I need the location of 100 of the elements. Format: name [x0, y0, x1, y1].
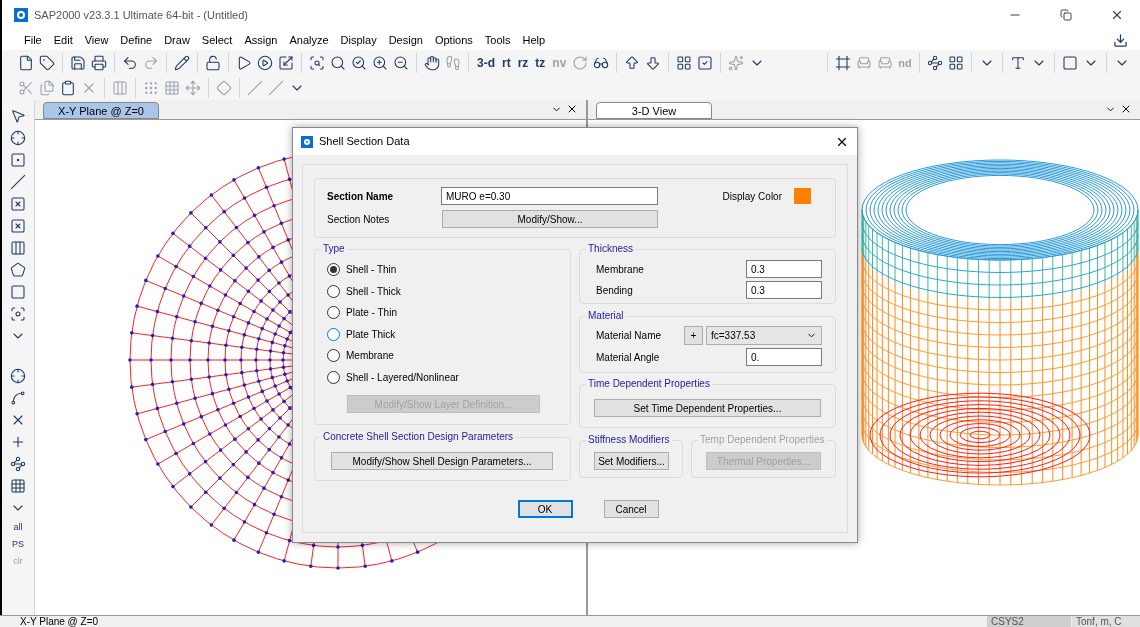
portal-frame-icon[interactable] [835, 55, 852, 71]
material-dropdown[interactable]: fc=337.53 [706, 326, 822, 345]
units-dropdown[interactable]: Tonf, m, C [1072, 615, 1140, 627]
design-parameters-button[interactable]: Modify/Show Shell Design Parameters... [331, 452, 553, 470]
circle-play-icon[interactable] [257, 55, 273, 71]
menu-item[interactable]: Define [114, 31, 159, 49]
save-icon[interactable] [70, 55, 86, 71]
menu-item[interactable]: Select [195, 31, 239, 49]
snap-line-icon[interactable] [10, 390, 26, 406]
select-button[interactable]: PS [12, 539, 24, 550]
chart-search-icon[interactable] [947, 55, 964, 71]
radio-button[interactable] [327, 284, 340, 298]
coordinate-system-dropdown[interactable]: CSYS2 [987, 615, 1071, 627]
menu-item[interactable]: Tools [478, 31, 517, 49]
dialog-button[interactable]: OK [517, 500, 573, 518]
grid-snap-icon[interactable] [10, 478, 26, 494]
hand-icon[interactable] [424, 55, 440, 71]
radio-button[interactable] [327, 306, 340, 320]
search-icon[interactable] [330, 55, 346, 71]
menu-item[interactable]: Options [428, 31, 479, 49]
radio-button[interactable] [327, 370, 340, 384]
field-label: Material Name [596, 329, 663, 343]
pointer-node-icon[interactable] [10, 130, 26, 146]
color-swatch[interactable] [794, 188, 811, 204]
menu-item[interactable]: Design [382, 31, 429, 49]
view-tab[interactable]: X-Y Plane @ Z=0 [43, 102, 159, 119]
radio-label: Shell - Layered/Nonlinear [346, 370, 459, 385]
snap-point-icon[interactable] [10, 368, 26, 384]
zoom-previous-icon[interactable] [351, 55, 367, 71]
text-field[interactable]: 0.3 [746, 281, 822, 299]
field-label: Material Angle [596, 350, 660, 365]
zoom-window-icon[interactable] [309, 55, 325, 71]
polygon-icon[interactable] [10, 262, 26, 278]
text-field[interactable]: 0. [746, 348, 822, 366]
pencil-icon[interactable] [174, 55, 190, 71]
resize-icon[interactable] [278, 55, 294, 71]
menu-item[interactable]: Draw [158, 31, 196, 49]
select-button[interactable]: all [13, 522, 23, 533]
undo-icon[interactable] [122, 55, 138, 71]
grid-dots-icon[interactable] [164, 80, 180, 96]
radio-button[interactable] [327, 327, 340, 341]
dialog-title: Shell Section Data [319, 134, 410, 150]
add-button[interactable]: + [684, 326, 703, 345]
menu-item[interactable]: Assign [238, 31, 284, 49]
new-file-icon[interactable] [18, 55, 34, 71]
perpendicular-icon[interactable] [10, 434, 26, 450]
app-logo-icon [14, 8, 28, 22]
radio-button[interactable] [327, 263, 340, 277]
grid-icon[interactable] [676, 55, 693, 71]
menu-item[interactable]: File [18, 31, 48, 49]
restore-icon[interactable] [1060, 9, 1072, 21]
view-button[interactable]: tz [534, 54, 547, 72]
window-title: SAP2000 v23.3.1 Ultimate 64-bit - (Untitled) [34, 7, 248, 23]
arrow-down-icon[interactable] [645, 55, 662, 71]
arrow-up-icon[interactable] [624, 55, 641, 71]
checkbox-icon[interactable] [697, 55, 714, 71]
unlock-icon[interactable] [205, 55, 221, 71]
status-text: X-Y Plane @ Z=0 [19, 615, 99, 627]
set-modifiers-button[interactable]: Set Modifiers... [594, 452, 669, 470]
clipboard-icon[interactable] [60, 80, 76, 96]
field-label: Bending [596, 283, 633, 298]
view-button[interactable]: rz [516, 54, 530, 72]
menu-item[interactable]: Help [516, 31, 552, 49]
line-icon[interactable] [10, 174, 26, 190]
tag-icon[interactable] [39, 55, 55, 71]
zoom-out-icon[interactable] [393, 55, 409, 71]
menu-item[interactable]: Edit [47, 31, 79, 49]
radio-button[interactable] [327, 349, 340, 363]
download-icon[interactable] [1113, 32, 1128, 48]
group-title: Type [321, 242, 347, 256]
radio-label: Plate - Thin [346, 306, 397, 321]
menu-item[interactable]: View [78, 31, 115, 49]
menu-item[interactable]: Analyze [283, 31, 335, 49]
view-button[interactable]: rt [501, 54, 512, 72]
dialog-button[interactable]: Cancel [603, 500, 659, 518]
view-button[interactable]: 3-d [476, 54, 496, 72]
section-notes-label: Section Notes [327, 212, 391, 227]
close-icon[interactable] [1120, 103, 1132, 115]
text-field[interactable]: MURO e=0.30 [441, 187, 658, 205]
view-tab[interactable]: 3-D View [596, 102, 712, 119]
dots-icon[interactable] [143, 80, 159, 96]
zoom-in-icon[interactable] [372, 55, 388, 71]
snap-end-icon[interactable] [10, 456, 26, 472]
group-title: Temp Dependent Properties [698, 433, 827, 447]
time-dependent-button[interactable]: Set Time Dependent Properties... [594, 399, 821, 417]
pointer-icon[interactable] [10, 108, 26, 124]
close-icon[interactable] [1110, 8, 1124, 22]
app-logo-icon [301, 135, 313, 148]
rectangle-icon[interactable] [10, 284, 26, 300]
group-title: Time Dependent Properties [586, 377, 712, 391]
text-field[interactable]: 0.3 [746, 260, 822, 278]
node-search-icon[interactable] [926, 55, 943, 71]
radio-label: Shell - Thin [346, 263, 397, 278]
point-icon[interactable] [10, 152, 26, 168]
modify-show-button[interactable]: Modify/Show... [442, 210, 658, 228]
play-icon[interactable] [236, 55, 252, 71]
glasses-icon[interactable] [593, 55, 610, 71]
menu-item[interactable]: Display [334, 31, 383, 49]
printer-icon[interactable] [91, 55, 107, 71]
close-icon[interactable] [566, 103, 578, 115]
